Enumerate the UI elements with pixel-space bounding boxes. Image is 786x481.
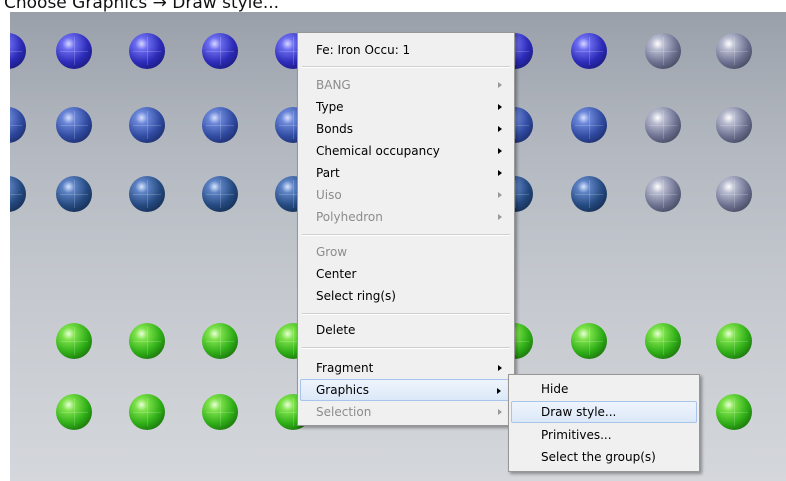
atom-green[interactable]: [716, 394, 752, 430]
atom-iron[interactable]: [645, 176, 681, 212]
atom-iron[interactable]: [129, 176, 165, 212]
atom-iron[interactable]: [10, 33, 26, 69]
menu-item-select-rings[interactable]: Select ring(s): [300, 285, 512, 307]
submenu-item-hide[interactable]: Hide: [511, 378, 697, 400]
menu-item-chemical-occupancy[interactable]: Chemical occupancy: [300, 140, 512, 162]
menu-item-type[interactable]: Type: [300, 96, 512, 118]
chevron-right-icon: [498, 170, 502, 176]
atom-green[interactable]: [56, 394, 92, 430]
menu-separator: [302, 347, 510, 349]
menu-item-part[interactable]: Part: [300, 162, 512, 184]
atom-iron[interactable]: [571, 33, 607, 69]
atom-iron[interactable]: [202, 107, 238, 143]
atom-iron[interactable]: [10, 176, 26, 212]
chevron-right-icon: [497, 388, 501, 394]
menu-item-center[interactable]: Center: [300, 263, 512, 285]
atom-iron[interactable]: [56, 176, 92, 212]
menu-item-selection: Selection: [300, 401, 512, 423]
atom-iron[interactable]: [645, 33, 681, 69]
menu-header-atom-info: Fe: Iron Occu: 1: [316, 43, 411, 57]
menu-item-uiso: Uiso: [300, 184, 512, 206]
menu-separator: [302, 234, 510, 236]
atom-green[interactable]: [571, 323, 607, 359]
menu-item-bonds[interactable]: Bonds: [300, 118, 512, 140]
menu-item-bang: BANG: [300, 74, 512, 96]
atom-iron[interactable]: [10, 107, 26, 143]
submenu-item-primitives[interactable]: Primitives...: [511, 424, 697, 446]
chevron-right-icon: [498, 126, 502, 132]
chevron-right-icon: [498, 82, 502, 88]
atom-iron[interactable]: [716, 33, 752, 69]
atom-green[interactable]: [202, 323, 238, 359]
atom-green[interactable]: [129, 323, 165, 359]
atom-iron[interactable]: [202, 176, 238, 212]
menu-item-graphics[interactable]: Graphics: [300, 379, 512, 401]
atom-green[interactable]: [645, 323, 681, 359]
atom-green[interactable]: [129, 394, 165, 430]
atom-iron[interactable]: [571, 107, 607, 143]
graphics-submenu: Hide Draw style... Primitives... Select …: [508, 374, 700, 472]
submenu-item-select-group[interactable]: Select the group(s): [511, 446, 697, 468]
submenu-item-draw-style[interactable]: Draw style...: [511, 401, 697, 423]
atom-iron[interactable]: [56, 33, 92, 69]
chevron-right-icon: [498, 104, 502, 110]
menu-item-delete[interactable]: Delete: [300, 319, 512, 341]
menu-separator: [302, 66, 510, 68]
atom-iron[interactable]: [202, 33, 238, 69]
atom-iron[interactable]: [571, 176, 607, 212]
menu-item-fragment[interactable]: Fragment: [300, 357, 512, 379]
atom-green[interactable]: [56, 323, 92, 359]
chevron-right-icon: [498, 214, 502, 220]
chevron-right-icon: [498, 148, 502, 154]
atom-iron[interactable]: [645, 107, 681, 143]
atom-iron[interactable]: [129, 33, 165, 69]
menu-item-grow: Grow: [316, 245, 348, 259]
chevron-right-icon: [498, 365, 502, 371]
atom-iron[interactable]: [129, 107, 165, 143]
atom-context-menu: Fe: Iron Occu: 1 BANG Type Bonds Chemica…: [297, 32, 515, 426]
atom-green[interactable]: [716, 323, 752, 359]
chevron-right-icon: [498, 409, 502, 415]
atom-iron[interactable]: [716, 107, 752, 143]
atom-iron[interactable]: [56, 107, 92, 143]
atom-iron[interactable]: [716, 176, 752, 212]
chevron-right-icon: [498, 192, 502, 198]
menu-separator: [302, 313, 510, 315]
menu-item-polyhedron: Polyhedron: [300, 206, 512, 228]
atom-green[interactable]: [202, 394, 238, 430]
